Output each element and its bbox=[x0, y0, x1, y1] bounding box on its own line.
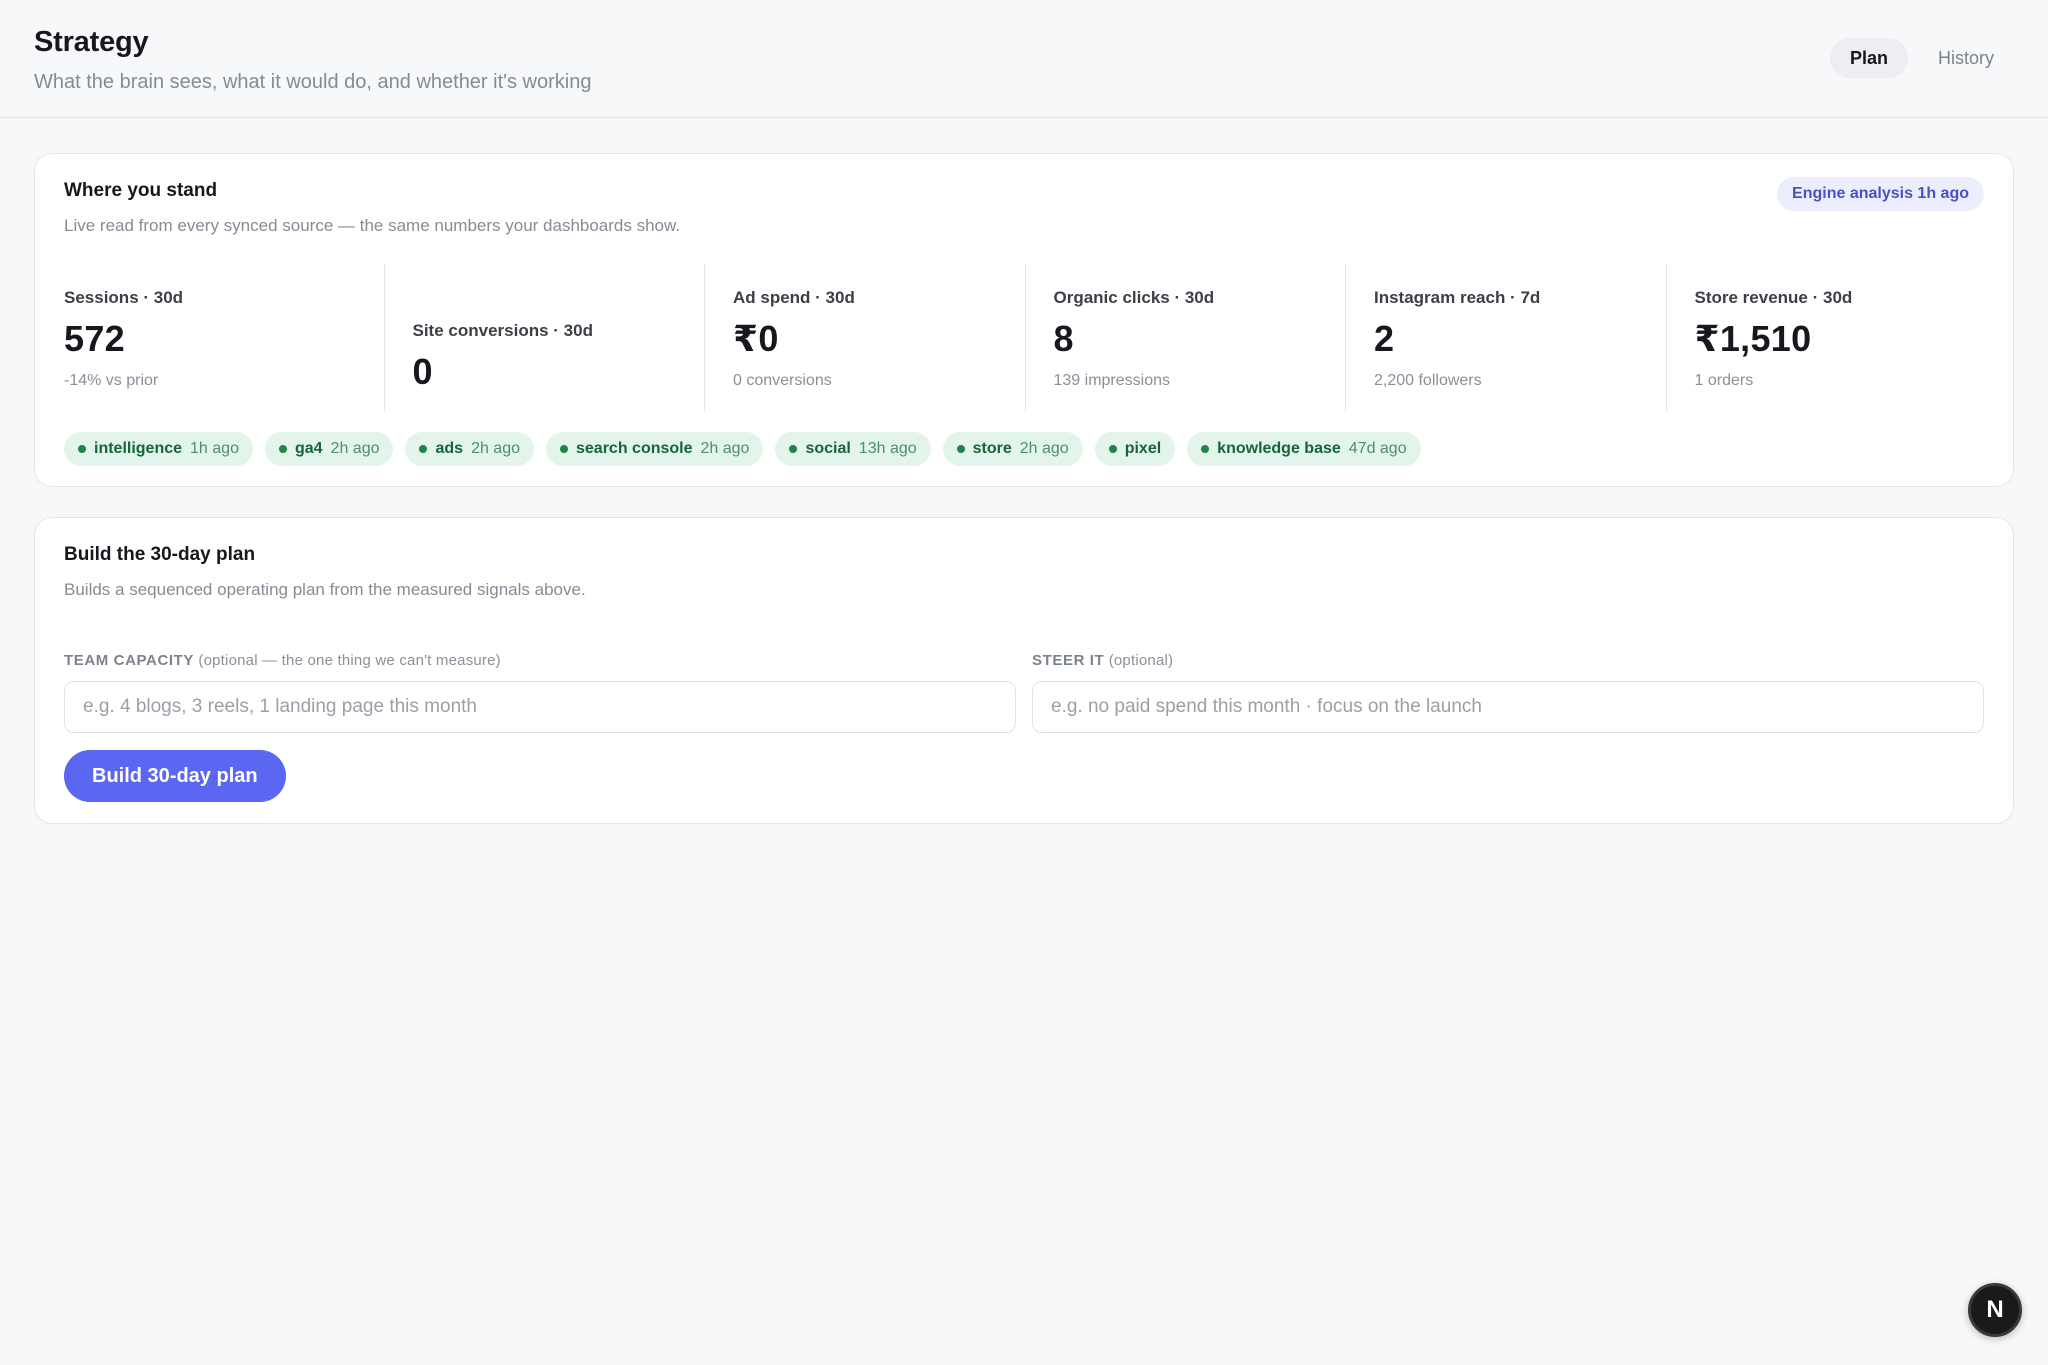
source-age: 2h ago bbox=[1019, 440, 1069, 457]
metric-ad-spend: Ad spend · 30d ₹0 0 conversions bbox=[704, 264, 1025, 412]
app-launcher-button[interactable]: N bbox=[1968, 1283, 2022, 1337]
where-you-stand-card: Where you stand Live read from every syn… bbox=[34, 153, 2014, 487]
source-age: 2h ago bbox=[471, 440, 520, 457]
build-plan-card: Build the 30-day plan Builds a sequenced… bbox=[34, 517, 2014, 824]
tab-plan[interactable]: Plan bbox=[1829, 38, 1908, 78]
metric-subtext: 139 impressions bbox=[1053, 372, 1171, 389]
source-chip-ga4: ga4 2h ago bbox=[264, 432, 394, 466]
metric-instagram-reach: Instagram reach · 7d 2 2,200 followers bbox=[1345, 264, 1666, 412]
metric-label: Sessions · 30d bbox=[64, 288, 184, 307]
metric-label: Store revenue · 30d bbox=[1694, 288, 1853, 307]
metric-sessions: Sessions · 30d 572 -14% vs prior bbox=[64, 264, 384, 412]
metric-subtext: 1 orders bbox=[1694, 372, 1754, 389]
field-label-hint: (optional) bbox=[1108, 652, 1174, 669]
n-logo-icon: N bbox=[1986, 1296, 2004, 1323]
metric-value: 2 bbox=[1374, 318, 1395, 359]
source-chips: intelligence 1h ago ga4 2h ago ads 2h ag… bbox=[64, 432, 1421, 466]
source-name: intelligence bbox=[94, 440, 183, 457]
team-capacity-label: TEAM CAPACITY (optional — the one thing … bbox=[64, 652, 501, 669]
source-chip-intelligence: intelligence 1h ago bbox=[64, 432, 253, 466]
source-chip-pixel: pixel bbox=[1094, 432, 1176, 466]
tab-history[interactable]: History bbox=[1918, 38, 2014, 78]
engine-analysis-badge: Engine analysis 1h ago bbox=[1777, 177, 1984, 211]
metric-label: Site conversions · 30d bbox=[412, 321, 593, 340]
source-name: knowledge base bbox=[1217, 440, 1341, 457]
metric-label: Instagram reach · 7d bbox=[1374, 288, 1541, 307]
metric-value: 8 bbox=[1053, 318, 1074, 359]
status-dot-icon bbox=[956, 445, 965, 453]
page-subtitle: What the brain sees, what it would do, a… bbox=[34, 71, 592, 93]
card-title: Build the 30-day plan bbox=[64, 544, 256, 565]
source-chip-ads: ads 2h ago bbox=[405, 432, 534, 466]
source-age: 47d ago bbox=[1348, 440, 1407, 457]
source-chip-knowledge-base: knowledge base 47d ago bbox=[1187, 432, 1421, 466]
status-dot-icon bbox=[1201, 445, 1210, 453]
source-chip-store: store 2h ago bbox=[942, 432, 1083, 466]
status-dot-icon bbox=[419, 445, 428, 453]
steer-it-input[interactable] bbox=[1032, 681, 1984, 733]
metric-value: ₹0 bbox=[733, 318, 779, 359]
source-age: 13h ago bbox=[858, 440, 917, 457]
field-label-hint: (optional — the one thing we can't measu… bbox=[198, 652, 501, 669]
source-chip-search-console: search console 2h ago bbox=[546, 432, 764, 466]
view-tabs: Plan History bbox=[1829, 38, 2014, 78]
metric-subtext: -14% vs prior bbox=[64, 372, 159, 389]
metric-store-revenue: Store revenue · 30d ₹1,510 1 orders bbox=[1665, 264, 1987, 412]
page-header: Strategy What the brain sees, what it wo… bbox=[0, 0, 2048, 118]
field-label-text: TEAM CAPACITY bbox=[64, 652, 195, 669]
status-dot-icon bbox=[78, 445, 86, 453]
metrics-row: Sessions · 30d 572 -14% vs prior Site co… bbox=[64, 264, 1986, 412]
source-age: 1h ago bbox=[190, 440, 239, 457]
source-age: 2h ago bbox=[700, 440, 750, 457]
status-dot-icon bbox=[278, 445, 287, 453]
source-chip-social: social 13h ago bbox=[775, 432, 931, 466]
metric-organic-clicks: Organic clicks · 30d 8 139 impressions bbox=[1024, 264, 1346, 412]
metric-label: Ad spend · 30d bbox=[733, 288, 855, 307]
page-title: Strategy bbox=[34, 26, 149, 58]
status-dot-icon bbox=[560, 445, 568, 453]
build-plan-button[interactable]: Build 30-day plan bbox=[64, 750, 286, 802]
card-description: Builds a sequenced operating plan from t… bbox=[64, 580, 586, 599]
source-name: ads bbox=[435, 440, 464, 457]
source-name: search console bbox=[576, 440, 693, 457]
metric-site-conversions: Site conversions · 30d 0 bbox=[383, 264, 705, 412]
status-dot-icon bbox=[789, 445, 798, 453]
source-name: ga4 bbox=[294, 440, 323, 457]
field-label-text: STEER IT bbox=[1032, 652, 1105, 669]
metric-label: Organic clicks · 30d bbox=[1053, 288, 1215, 307]
steer-it-label: STEER IT (optional) bbox=[1032, 652, 1173, 669]
metric-subtext: 2,200 followers bbox=[1374, 372, 1482, 389]
metric-subtext: 0 conversions bbox=[733, 372, 832, 389]
status-dot-icon bbox=[1108, 445, 1117, 453]
card-description: Live read from every synced source — the… bbox=[64, 216, 681, 235]
team-capacity-input[interactable] bbox=[64, 681, 1016, 733]
metric-value: 0 bbox=[412, 351, 433, 392]
source-name: pixel bbox=[1124, 440, 1162, 457]
source-name: store bbox=[972, 440, 1012, 457]
source-name: social bbox=[805, 440, 851, 457]
source-age: 2h ago bbox=[330, 440, 380, 457]
metric-value: ₹1,510 bbox=[1694, 318, 1812, 359]
card-title: Where you stand bbox=[64, 180, 218, 201]
metric-value: 572 bbox=[64, 318, 125, 359]
